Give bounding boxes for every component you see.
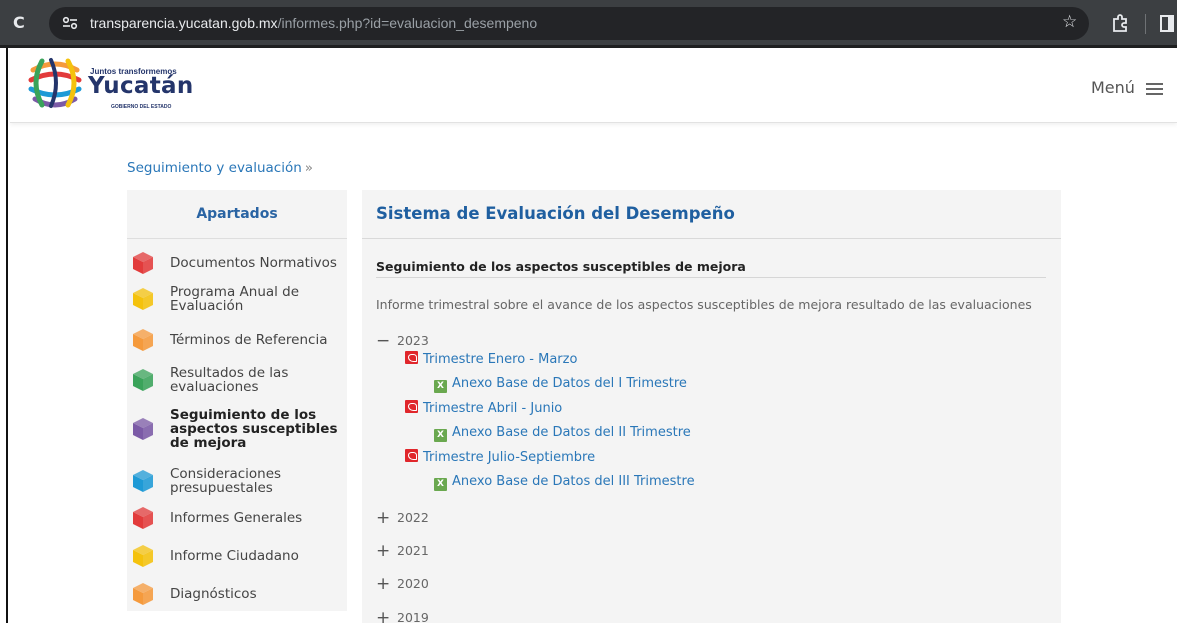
year-toggle-2021[interactable]: +2021	[376, 541, 429, 561]
excel-annex-link[interactable]: X Anexo Base de Datos del II Trimestre	[434, 425, 691, 442]
main-panel: Sistema de Evaluación del Desempeño Segu…	[362, 190, 1061, 623]
title-divider	[362, 238, 1061, 239]
sidebar-item[interactable]: Programa Anual de Evaluación	[127, 281, 347, 317]
sidebar-item-label: Seguimiento de los aspectos susceptibles…	[170, 407, 338, 451]
menu-label: Menú	[1090, 78, 1135, 97]
browser-toolbar: C transparencia.yucatan.gob.mx/informes.…	[0, 0, 1177, 48]
sidebar-item-label: Informe Ciudadano	[170, 548, 299, 564]
sidebar-item-label: Diagnósticos	[170, 586, 257, 602]
pdf-icon	[405, 449, 418, 462]
logo-subtitle: GOBIERNO DEL ESTADO	[111, 104, 172, 110]
site-settings-icon[interactable]	[62, 16, 78, 30]
url-host: transparencia.yucatan.gob.mx	[90, 15, 278, 31]
logo-name[interactable]: Yucatán	[88, 73, 194, 99]
year-label: 2019	[397, 610, 429, 623]
sidebar: Apartados Documentos Normativos Programa …	[127, 190, 347, 611]
pdf-report-link[interactable]: Trimestre Julio-Septiembre	[405, 449, 595, 465]
url-path: /informes.php?id=evaluacion_desempeno	[277, 15, 538, 31]
cube-icon	[133, 329, 153, 351]
cube-icon	[133, 507, 153, 529]
plus-icon: +	[376, 608, 391, 623]
sidebar-item[interactable]: Seguimiento de los aspectos susceptibles…	[127, 404, 347, 454]
document-label: Anexo Base de Datos del III Trimestre	[452, 474, 695, 489]
extensions-icon[interactable]	[1111, 13, 1129, 33]
section-title: Seguimiento de los aspectos susceptibles…	[376, 259, 746, 274]
document-label: Trimestre Abril - Junio	[423, 401, 563, 416]
sidebar-item[interactable]: Términos de Referencia	[127, 325, 347, 355]
excel-icon: X	[434, 380, 447, 393]
sidebar-item-label: Informes Generales	[170, 510, 303, 526]
document-label: Anexo Base de Datos del I Trimestre	[452, 376, 687, 391]
year-label: 2020	[397, 576, 429, 591]
excel-annex-link[interactable]: X Anexo Base de Datos del III Trimestre	[434, 474, 695, 491]
sidebar-item[interactable]: Informes Generales	[127, 503, 347, 533]
sidebar-item[interactable]: Informe Ciudadano	[127, 541, 347, 571]
menu-button[interactable]: Menú	[1091, 78, 1163, 98]
breadcrumb: Seguimiento y evaluación»	[127, 160, 313, 176]
sidebar-item-label: Consideraciones presupuestales	[170, 466, 282, 496]
sidebar-item[interactable]: Consideraciones presupuestales	[127, 462, 347, 500]
excel-annex-link[interactable]: X Anexo Base de Datos del I Trimestre	[434, 376, 687, 393]
year-toggle-2023[interactable]: −2023	[376, 331, 429, 351]
reload-icon[interactable]: C	[13, 13, 25, 32]
pdf-report-link[interactable]: Trimestre Enero - Marzo	[405, 351, 577, 367]
window-edge	[0, 48, 8, 623]
cube-icon	[133, 583, 153, 605]
sidebar-title: Apartados	[127, 190, 347, 239]
year-label: 2022	[397, 510, 429, 525]
url-text[interactable]: transparencia.yucatan.gob.mx/informes.ph…	[90, 15, 537, 31]
sidebar-item-label: Documentos Normativos	[170, 255, 337, 271]
hamburger-icon	[1146, 80, 1163, 98]
year-label: 2021	[397, 543, 429, 558]
sidebar-item[interactable]: Diagnósticos	[127, 579, 347, 609]
pdf-icon	[405, 351, 418, 364]
breadcrumb-link-seguimiento[interactable]: Seguimiento y evaluación	[127, 160, 302, 176]
sidebar-item-label: Resultados de las evaluaciones	[170, 365, 289, 395]
cube-icon	[133, 545, 153, 567]
sidebar-item[interactable]: Resultados de las evaluaciones	[127, 361, 347, 399]
document-label: Anexo Base de Datos del II Trimestre	[452, 425, 691, 440]
site-header: Juntos transformemos Yucatán GOBIERNO DE…	[10, 48, 1177, 123]
cube-icon	[133, 470, 153, 492]
breadcrumb-separator: »	[304, 160, 314, 176]
cube-icon	[133, 418, 153, 440]
minus-icon: −	[376, 331, 391, 351]
cube-icon	[133, 369, 153, 391]
document-label: Trimestre Enero - Marzo	[423, 352, 578, 367]
year-label: 2023	[397, 333, 429, 348]
intro-text: Informe trimestral sobre el avance de lo…	[376, 297, 1032, 312]
page-title: Sistema de Evaluación del Desempeño	[376, 204, 735, 223]
toolbar-separator	[1145, 14, 1146, 34]
section-divider	[376, 277, 1046, 278]
plus-icon: +	[376, 574, 391, 594]
cube-icon	[133, 288, 153, 310]
plus-icon: +	[376, 541, 391, 561]
excel-icon: X	[434, 478, 447, 491]
side-panel-icon[interactable]	[1160, 15, 1174, 32]
yucatan-logo-icon[interactable]	[28, 56, 82, 110]
sidebar-item[interactable]: Documentos Normativos	[127, 249, 347, 277]
sidebar-item-label: Términos de Referencia	[170, 332, 328, 348]
year-toggle-2020[interactable]: +2020	[376, 574, 429, 594]
excel-icon: X	[434, 429, 447, 442]
document-label: Trimestre Julio-Septiembre	[423, 450, 596, 465]
cube-icon	[133, 252, 153, 274]
bookmark-star-icon[interactable]: ☆	[1062, 12, 1077, 32]
pdf-icon	[405, 400, 418, 413]
year-toggle-2019[interactable]: +2019	[376, 608, 429, 623]
pdf-report-link[interactable]: Trimestre Abril - Junio	[405, 400, 562, 416]
sidebar-item-label: Programa Anual de Evaluación	[170, 284, 300, 314]
plus-icon: +	[376, 508, 391, 528]
year-toggle-2022[interactable]: +2022	[376, 508, 429, 528]
